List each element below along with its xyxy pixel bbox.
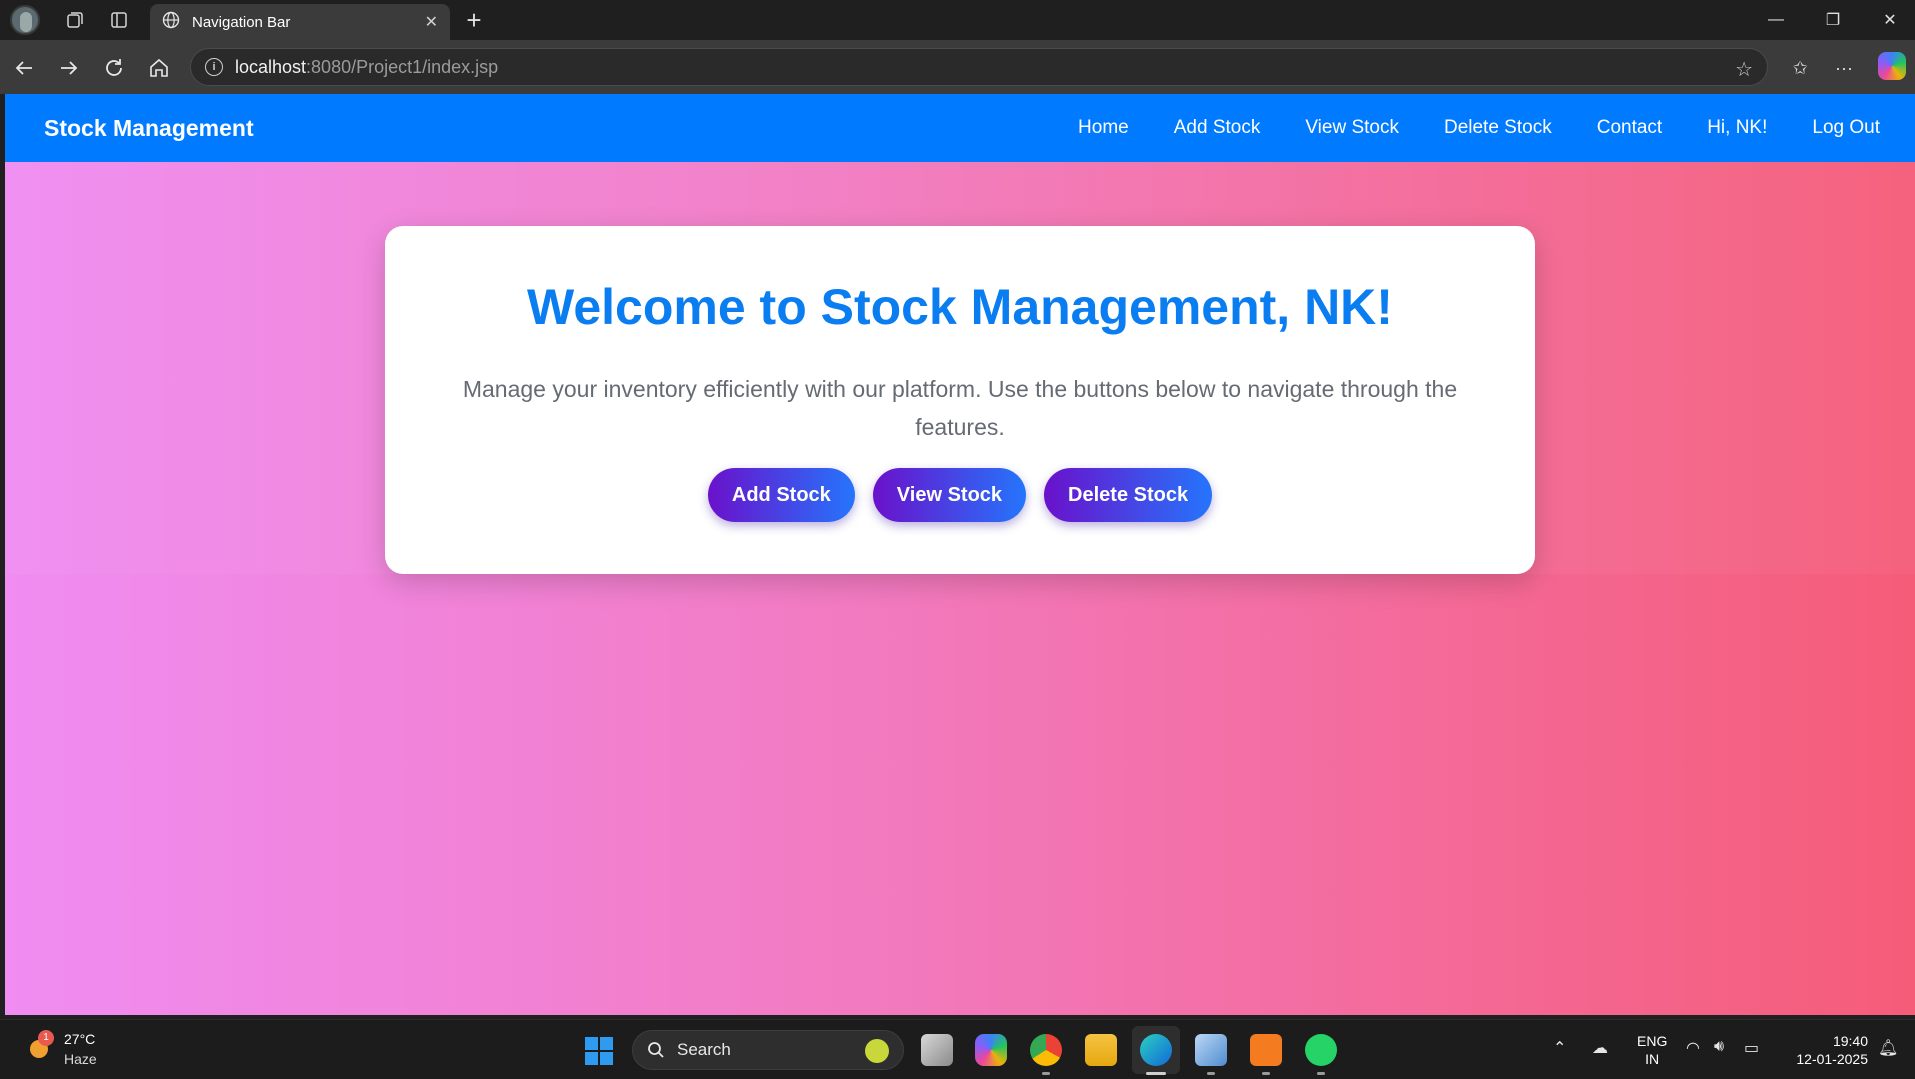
file-explorer-icon[interactable] <box>1085 1034 1117 1066</box>
show-hidden-icons-icon[interactable]: ⌃ <box>1553 1038 1566 1058</box>
welcome-description: Manage your inventory efficiently with o… <box>462 376 1458 440</box>
nav-links: Home Add Stock View Stock Delete Stock C… <box>1033 94 1880 162</box>
url-text: localhost:8080/Project1/index.jsp <box>235 56 499 77</box>
globe-icon <box>162 11 180 33</box>
brand-link[interactable]: Stock Management <box>44 115 254 142</box>
restore-icon[interactable]: ❐ <box>1805 0 1861 40</box>
task-view-icon[interactable] <box>921 1034 953 1066</box>
new-tab-icon[interactable]: + <box>458 4 490 36</box>
copilot-icon[interactable] <box>1878 52 1906 80</box>
delete-stock-button[interactable]: Delete Stock <box>1044 468 1213 522</box>
favorite-star-icon[interactable]: ☆ <box>1735 57 1753 82</box>
system-clock[interactable]: 19:40 12-01-2025 <box>1788 1032 1868 1068</box>
taskbar: 1 27°C Haze Search ⌃ ☁ ENG IN ◠ 🔊︎ ▭ 19:… <box>0 1019 1915 1079</box>
nav-delete-stock[interactable]: Delete Stock <box>1444 117 1552 139</box>
view-stock-button[interactable]: View Stock <box>872 468 1027 522</box>
page-viewport: Stock Management Home Add Stock View Sto… <box>5 94 1915 1015</box>
search-icon <box>648 1042 664 1058</box>
virtualbox-icon[interactable] <box>1195 1034 1227 1066</box>
volume-icon[interactable]: 🔊︎ <box>1714 1038 1724 1056</box>
weather-description[interactable]: Haze <box>64 1051 97 1067</box>
taskbar-search[interactable]: Search <box>632 1030 904 1070</box>
back-icon[interactable] <box>8 52 40 84</box>
edge-icon[interactable] <box>1140 1034 1172 1066</box>
windows-start-icon[interactable] <box>585 1037 613 1065</box>
favorites-icon[interactable]: ✩ <box>1784 52 1816 84</box>
site-navbar: Stock Management Home Add Stock View Sto… <box>5 94 1915 162</box>
nav-user-greeting[interactable]: Hi, NK! <box>1707 117 1767 139</box>
weather-icon[interactable]: 1 <box>24 1030 54 1060</box>
language-indicator[interactable]: ENG IN <box>1637 1032 1667 1068</box>
copilot-app-icon[interactable] <box>975 1034 1007 1066</box>
welcome-card: Welcome to Stock Management, NK! Manage … <box>385 226 1535 574</box>
action-buttons: Add Stock View Stock Delete Stock <box>385 468 1535 522</box>
close-window-icon[interactable]: ✕ <box>1862 0 1915 40</box>
workspaces-icon[interactable] <box>60 6 90 34</box>
refresh-icon[interactable] <box>98 52 130 84</box>
address-bar[interactable]: i localhost:8080/Project1/index.jsp ☆ <box>190 48 1768 86</box>
nav-log-out[interactable]: Log Out <box>1812 117 1880 139</box>
more-options-icon[interactable]: ··· <box>1828 52 1860 84</box>
nav-contact[interactable]: Contact <box>1597 117 1662 139</box>
xampp-icon[interactable] <box>1250 1034 1282 1066</box>
notifications-icon[interactable]: 🔔︎ <box>1878 1038 1898 1058</box>
tab-title: Navigation Bar <box>192 13 291 31</box>
profile-avatar-icon[interactable] <box>10 5 40 35</box>
browser-tab-strip: Navigation Bar ✕ + — ❐ ✕ <box>0 0 1915 40</box>
whatsapp-icon[interactable] <box>1305 1034 1337 1066</box>
close-tab-icon[interactable]: ✕ <box>425 12 438 32</box>
wifi-icon[interactable]: ◠ <box>1686 1038 1700 1058</box>
add-stock-button[interactable]: Add Stock <box>707 468 855 522</box>
home-icon[interactable] <box>143 52 175 84</box>
site-info-icon[interactable]: i <box>205 58 223 76</box>
search-label: Search <box>677 1040 731 1059</box>
tab-navigation-bar[interactable]: Navigation Bar ✕ <box>150 4 450 40</box>
nav-view-stock[interactable]: View Stock <box>1305 117 1399 139</box>
forward-icon[interactable] <box>53 52 85 84</box>
temperature[interactable]: 27°C <box>64 1031 95 1047</box>
battery-icon[interactable]: ▭ <box>1744 1038 1759 1058</box>
tab-actions-icon[interactable] <box>104 6 134 34</box>
page-title: Welcome to Stock Management, NK! <box>527 279 1393 335</box>
search-highlight-icon <box>865 1039 889 1063</box>
address-toolbar: i localhost:8080/Project1/index.jsp ☆ ✩ … <box>0 40 1915 94</box>
minimize-icon[interactable]: — <box>1748 0 1804 40</box>
chrome-icon[interactable] <box>1030 1034 1062 1066</box>
nav-add-stock[interactable]: Add Stock <box>1174 117 1261 139</box>
onedrive-icon[interactable]: ☁ <box>1592 1038 1608 1058</box>
nav-home[interactable]: Home <box>1078 117 1129 139</box>
weather-badge: 1 <box>38 1030 54 1046</box>
